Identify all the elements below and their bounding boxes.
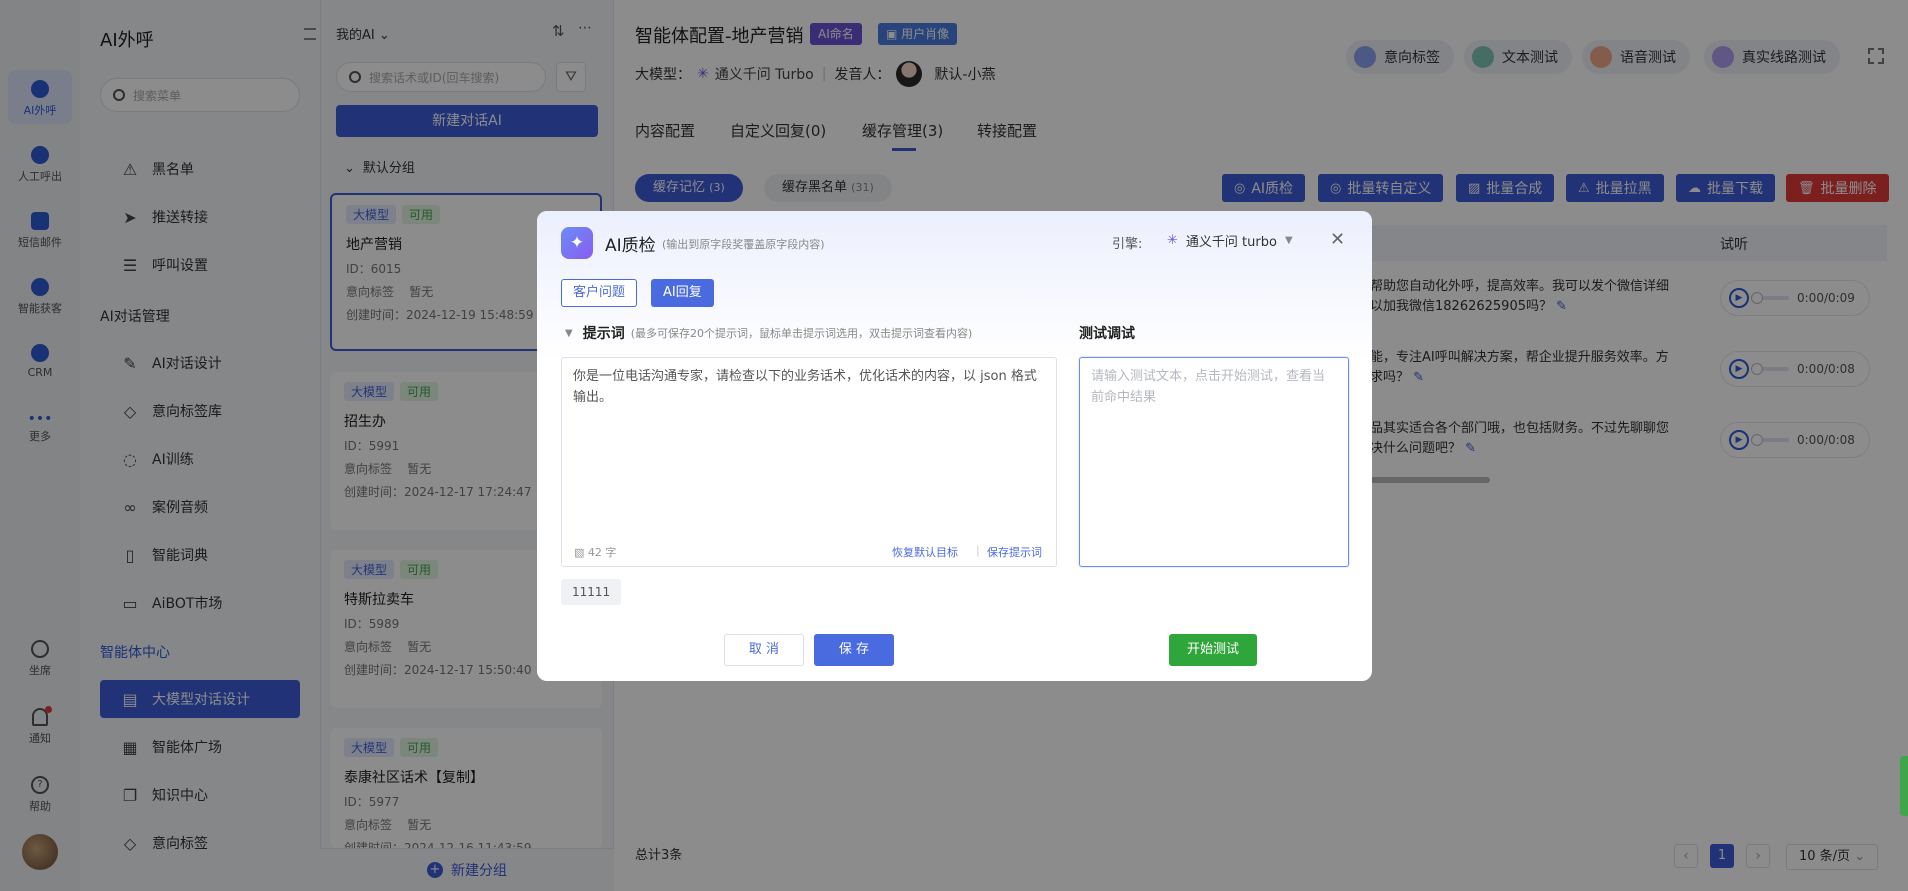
char-count: ▧ 42 字 [574,546,617,559]
caret-down-icon: ▼ [1284,235,1293,246]
tab-customer-question[interactable]: 客户问题 [561,279,638,307]
prompt-text: 你是一位电话沟通专家，请检查以下的业务话术，优化话术的内容，以 json 格式输… [573,369,1037,405]
start-test-button[interactable]: 开始测试 [1169,634,1257,666]
test-input-placeholder: 请输入测试文本，点击开始测试，查看当前命中结果 [1091,369,1326,405]
caret-down-icon: ▼ [565,327,573,339]
text-count-icon: ▧ [574,546,588,559]
save-button[interactable]: 保 存 [814,634,894,666]
prompt-chip[interactable]: 11111 [561,579,622,605]
dialog-title: AI质检 [605,236,656,256]
engine-label: 引擎: [1112,237,1143,252]
right-edge-handle[interactable] [1900,756,1908,816]
test-input[interactable]: 请输入测试文本，点击开始测试，查看当前命中结果 [1079,357,1349,567]
close-icon[interactable]: ✕ [1330,229,1345,250]
dialog-subtitle: (输出到原字段奖覆盖原字段内容) [662,238,825,251]
prompt-header[interactable]: ▼ 提示词 (最多可保存20个提示词，鼠标单击提示词选用，双击提示词查看内容) [565,323,972,343]
restore-default-link[interactable]: 恢复默认目标 [892,544,958,560]
test-title: 测试调试 [1079,326,1135,342]
cancel-button[interactable]: 取 消 [724,634,804,666]
tab-ai-reply[interactable]: AI回复 [651,279,714,307]
qwen-logo-icon: ✳ [1167,233,1178,248]
engine-select[interactable]: ✳ 通义千问 turbo ▼ [1167,231,1293,250]
save-prompt-link[interactable]: 保存提示词 [987,544,1042,560]
prompt-textarea[interactable]: 你是一位电话沟通专家，请检查以下的业务话术，优化话术的内容，以 json 格式输… [561,357,1057,567]
sparkle-icon: ✦ [561,227,593,259]
ai-qc-dialog: ✦ AI质检 (输出到原字段奖覆盖原字段内容) 引擎: ✳ 通义千问 turbo… [537,211,1372,681]
